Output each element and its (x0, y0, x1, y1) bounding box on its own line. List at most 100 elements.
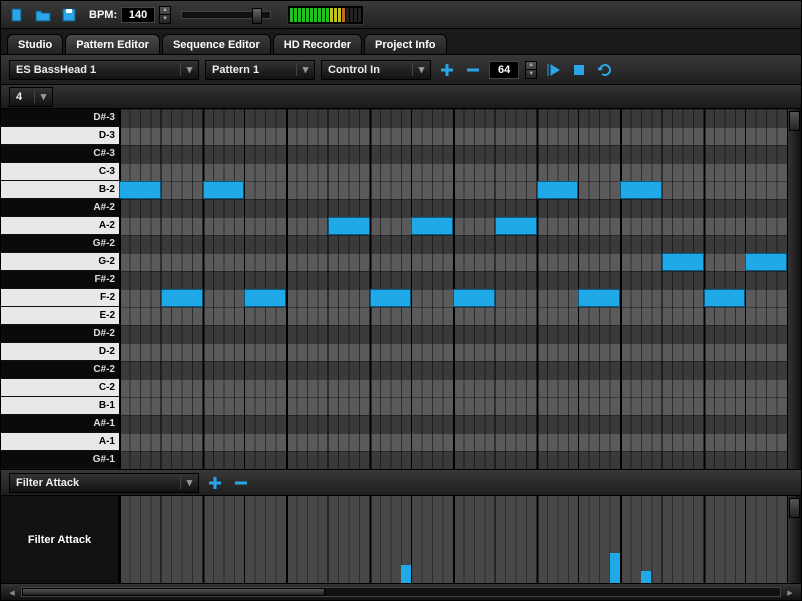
control-select[interactable]: Control In ▾ (321, 60, 431, 80)
open-file-icon[interactable] (33, 5, 53, 25)
chevron-down-icon: ▾ (180, 476, 194, 489)
grid-row (119, 199, 787, 217)
piano-key[interactable]: F#-2 (1, 271, 119, 289)
chevron-down-icon: ▾ (34, 90, 48, 103)
bpm-control: BPM: 140 ▲▼ (89, 6, 171, 24)
piano-key[interactable]: A#-1 (1, 415, 119, 433)
piano-key[interactable]: C-3 (1, 163, 119, 181)
tab-hd-recorder[interactable]: HD Recorder (273, 34, 362, 54)
piano-key[interactable]: D-2 (1, 343, 119, 361)
automation-grid[interactable] (119, 496, 787, 583)
vertical-scrollbar[interactable] (787, 109, 801, 469)
grid-row (119, 307, 787, 325)
scroll-left-icon[interactable]: ◂ (5, 585, 19, 599)
note[interactable] (119, 181, 161, 199)
remove-button[interactable] (463, 60, 483, 80)
piano-roll: D#-3D-3C#-3C-3B-2A#-2A-2G#-2G-2F#-2F-2E-… (1, 109, 801, 470)
piano-key[interactable]: A#-2 (1, 199, 119, 217)
automation-bar[interactable] (401, 565, 411, 583)
add-button[interactable] (437, 60, 457, 80)
automation-remove-button[interactable] (231, 473, 251, 493)
piano-key[interactable]: A-1 (1, 433, 119, 451)
automation-param-select[interactable]: Filter Attack ▾ (9, 473, 199, 493)
piano-key[interactable]: B-2 (1, 181, 119, 199)
stop-button[interactable] (569, 60, 589, 80)
note[interactable] (370, 289, 412, 307)
slider-thumb[interactable] (252, 8, 262, 24)
pattern-value: Pattern 1 (212, 64, 259, 76)
grid-row (119, 379, 787, 397)
automation-lane: Filter Attack (1, 496, 801, 584)
tab-pattern-editor[interactable]: Pattern Editor (65, 34, 160, 54)
automation-bar[interactable] (610, 553, 620, 583)
piano-key[interactable]: C#-2 (1, 361, 119, 379)
instrument-value: ES BassHead 1 (16, 64, 96, 76)
note[interactable] (328, 217, 370, 235)
app-window: BPM: 140 ▲▼ StudioPattern EditorSequence… (0, 0, 802, 601)
steps-spinner[interactable]: ▲▼ (525, 61, 537, 79)
piano-keys: D#-3D-3C#-3C-3B-2A#-2A-2G#-2G-2F#-2F-2E-… (1, 109, 119, 469)
piano-key[interactable]: F-2 (1, 289, 119, 307)
piano-key[interactable]: G#-2 (1, 235, 119, 253)
chevron-down-icon: ▾ (296, 63, 310, 76)
note[interactable] (745, 253, 787, 271)
loop-button[interactable] (595, 60, 615, 80)
automation-toolbar: Filter Attack ▾ (1, 470, 801, 496)
scrollbar-thumb[interactable] (22, 588, 325, 596)
bpm-spinner[interactable]: ▲▼ (159, 6, 171, 24)
play-button[interactable] (543, 60, 563, 80)
grid-row (119, 397, 787, 415)
grid-row (119, 235, 787, 253)
piano-key[interactable]: A-2 (1, 217, 119, 235)
note-grid[interactable] (119, 109, 787, 469)
grid-row (119, 361, 787, 379)
bars-select[interactable]: 4 ▾ (9, 87, 53, 107)
bpm-label: BPM: (89, 9, 117, 21)
note[interactable] (578, 289, 620, 307)
scrollbar-track[interactable] (21, 587, 781, 597)
note[interactable] (662, 253, 704, 271)
piano-key[interactable]: E-2 (1, 307, 119, 325)
note[interactable] (495, 217, 537, 235)
bars-value: 4 (16, 91, 22, 103)
piano-key[interactable]: B-1 (1, 397, 119, 415)
save-file-icon[interactable] (59, 5, 79, 25)
piano-key[interactable]: G-2 (1, 253, 119, 271)
piano-key[interactable]: D#-2 (1, 325, 119, 343)
piano-key[interactable]: C-2 (1, 379, 119, 397)
note[interactable] (620, 181, 662, 199)
note[interactable] (161, 289, 203, 307)
new-file-icon[interactable] (7, 5, 27, 25)
tab-studio[interactable]: Studio (7, 34, 63, 54)
note[interactable] (244, 289, 286, 307)
piano-key[interactable]: G#-1 (1, 451, 119, 469)
note[interactable] (537, 181, 579, 199)
scrollbar-thumb[interactable] (789, 111, 800, 131)
note[interactable] (203, 181, 245, 199)
scrollbar-thumb[interactable] (789, 498, 800, 518)
steps-value[interactable]: 64 (489, 61, 519, 79)
piano-key[interactable]: D-3 (1, 127, 119, 145)
automation-vertical-scrollbar[interactable] (787, 496, 801, 583)
bpm-value[interactable]: 140 (121, 7, 155, 23)
scroll-right-icon[interactable]: ▸ (783, 585, 797, 599)
piano-key[interactable]: C#-3 (1, 145, 119, 163)
grid-row (119, 325, 787, 343)
bars-toolbar: 4 ▾ (1, 85, 801, 109)
pattern-toolbar: ES BassHead 1 ▾ Pattern 1 ▾ Control In ▾… (1, 55, 801, 85)
instrument-select[interactable]: ES BassHead 1 ▾ (9, 60, 199, 80)
chevron-down-icon: ▾ (412, 63, 426, 76)
note[interactable] (704, 289, 746, 307)
grid-row (119, 343, 787, 361)
tab-sequence-editor[interactable]: Sequence Editor (162, 34, 271, 54)
tab-project-info[interactable]: Project Info (364, 34, 447, 54)
chevron-down-icon: ▾ (180, 63, 194, 76)
automation-bar[interactable] (641, 571, 651, 583)
pattern-select[interactable]: Pattern 1 ▾ (205, 60, 315, 80)
note[interactable] (411, 217, 453, 235)
automation-add-button[interactable] (205, 473, 225, 493)
horizontal-scrollbar[interactable]: ◂ ▸ (1, 584, 801, 600)
piano-key[interactable]: D#-3 (1, 109, 119, 127)
volume-slider[interactable] (181, 11, 271, 19)
note[interactable] (453, 289, 495, 307)
